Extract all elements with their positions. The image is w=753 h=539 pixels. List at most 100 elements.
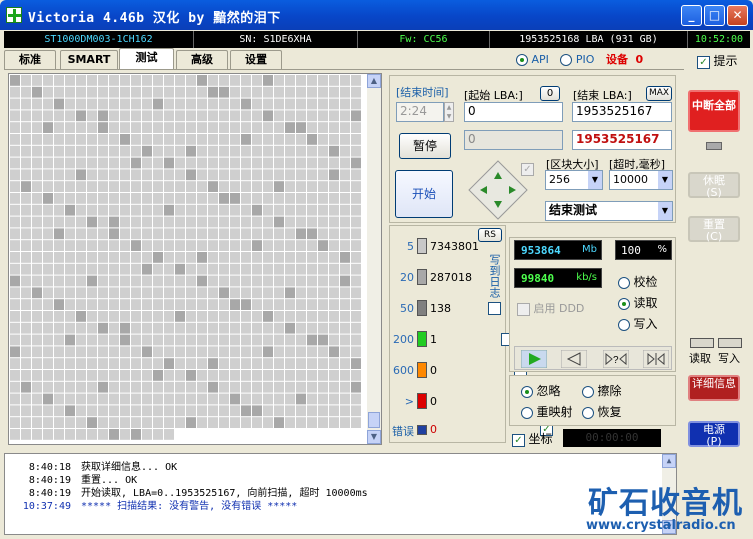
sector-block: [351, 216, 361, 228]
sector-block: [153, 299, 163, 310]
sector-block: [241, 346, 251, 358]
sector-block: [109, 417, 119, 428]
timeout-select[interactable]: 10000 ▼: [609, 170, 673, 190]
block-size-select[interactable]: 256 ▼: [545, 170, 603, 190]
sector-block: [252, 275, 262, 287]
sector-block: [153, 322, 163, 334]
scroll-thumb[interactable]: [368, 412, 380, 428]
sector-block: [87, 263, 97, 275]
end-time-spinner[interactable]: ▲ ▼: [444, 102, 454, 122]
tab-settings[interactable]: 设置: [230, 50, 282, 69]
start-lba-field[interactable]: 0: [464, 102, 563, 122]
sector-block: [54, 145, 64, 157]
sector-block: [274, 181, 284, 192]
sector-block: [21, 275, 31, 287]
power-button[interactable]: 电源 (P): [688, 421, 740, 448]
tab-smart[interactable]: SMART: [60, 50, 118, 69]
hint-toggle[interactable]: ✓ 提示: [697, 52, 738, 69]
sector-block: [65, 98, 75, 110]
scroll-down-button[interactable]: ▼: [367, 430, 381, 444]
sector-block: [87, 417, 97, 428]
random-seek-button[interactable]: ?: [603, 350, 629, 368]
play-forward-button[interactable]: [521, 350, 547, 368]
sector-block: [208, 134, 218, 145]
sector-block: [263, 110, 273, 122]
scroll-up-button[interactable]: ▲: [367, 74, 381, 88]
butterfly-button[interactable]: [643, 350, 669, 368]
coord-checkbox[interactable]: ✓: [512, 433, 525, 447]
sector-block: [263, 240, 273, 251]
tab-test[interactable]: 测试: [119, 48, 174, 69]
read-option[interactable]: 读取: [618, 294, 658, 311]
sector-block: [153, 75, 163, 86]
sector-block: [65, 204, 75, 216]
tab-standard[interactable]: 标准: [4, 50, 56, 69]
device-number[interactable]: 0: [635, 53, 643, 66]
sector-block: [43, 287, 53, 299]
end-time-field[interactable]: 2:24: [396, 102, 444, 122]
sector-block: [252, 263, 262, 275]
sector-block: [153, 334, 163, 346]
coord-toggle[interactable]: ✓ 坐标: [512, 430, 553, 447]
verify-option[interactable]: 校检: [618, 273, 658, 290]
detail-button[interactable]: 详细信息: [688, 375, 740, 401]
sector-block: [329, 228, 339, 240]
vertical-scrollbar[interactable]: ▲ ▼: [367, 74, 381, 444]
direction-pad[interactable]: [467, 159, 529, 221]
stats-log-checkbox[interactable]: [488, 301, 501, 315]
end-action-select[interactable]: 结束测试 ▼: [545, 201, 673, 221]
sector-block: [340, 145, 350, 157]
remap-option[interactable]: 重映射: [521, 403, 573, 420]
start-button[interactable]: 开始: [395, 170, 453, 218]
sector-block: [65, 263, 75, 275]
sector-block: [54, 181, 64, 192]
sector-block: [21, 252, 31, 263]
hint-checkbox[interactable]: ✓: [697, 55, 710, 69]
reset-button[interactable]: 重置 (C): [688, 216, 740, 243]
sector-block: [263, 311, 273, 322]
ignore-option[interactable]: 忽略: [521, 382, 561, 399]
sector-block: [98, 393, 108, 405]
sector-block: [274, 346, 284, 358]
start-lba-zero-button[interactable]: 0: [540, 86, 560, 101]
erase-option[interactable]: 擦除: [582, 382, 622, 399]
sector-block: [153, 122, 163, 133]
sector-block: [230, 75, 240, 86]
play-backward-button[interactable]: [561, 350, 587, 368]
sector-block: [329, 346, 339, 358]
sleep-button[interactable]: 休眠 (S): [688, 172, 740, 199]
sector-block: [329, 216, 339, 228]
restore-option[interactable]: 恢复: [582, 403, 622, 420]
tab-advanced[interactable]: 高级: [176, 50, 228, 69]
end-lba-field[interactable]: 1953525167: [572, 102, 672, 122]
sector-block: [164, 86, 174, 98]
sector-block: [109, 181, 119, 192]
sector-block: [54, 169, 64, 181]
close-button[interactable]: ✕: [727, 5, 748, 26]
stop-all-button[interactable]: 中断全部: [688, 90, 740, 132]
sector-block: [307, 275, 317, 287]
title-bar[interactable]: Victoria 4.46b 汉化 by 黯然的泪下 _ □ ✕: [0, 0, 753, 30]
sector-block: [208, 381, 218, 393]
sector-block: [285, 275, 295, 287]
sector-block: [230, 322, 240, 334]
sector-block: [131, 86, 141, 98]
sector-block: [120, 252, 130, 263]
sector-block: [241, 122, 251, 133]
api-radio[interactable]: [516, 54, 528, 66]
write-option[interactable]: 写入: [618, 315, 658, 332]
sector-block: [208, 370, 218, 381]
pause-button[interactable]: 暂停: [399, 133, 451, 159]
log-scroll-up[interactable]: ▲: [662, 454, 676, 468]
sector-block: [208, 405, 218, 417]
reset-stats-button[interactable]: RS: [478, 228, 502, 242]
sector-block: [274, 134, 284, 145]
minimize-button[interactable]: _: [681, 5, 702, 26]
max-lba-button[interactable]: MAX: [646, 86, 672, 101]
maximize-button[interactable]: □: [704, 5, 725, 26]
sector-block: [274, 204, 284, 216]
sector-block: [197, 322, 207, 334]
sector-block: [120, 204, 130, 216]
pio-radio[interactable]: [560, 54, 573, 66]
stats-threshold: 200: [393, 333, 414, 346]
